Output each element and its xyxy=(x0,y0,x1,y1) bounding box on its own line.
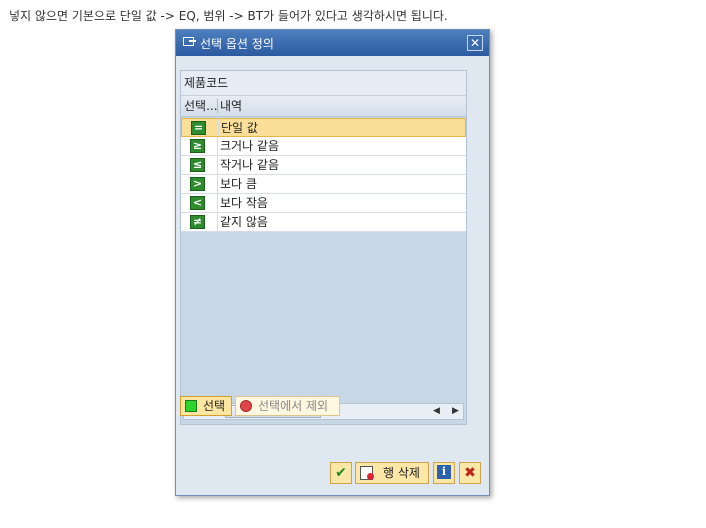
column-separator[interactable] xyxy=(217,99,218,113)
exclude-from-selection-button[interactable]: 선택에서 제외 xyxy=(235,396,340,416)
table-row[interactable]: < 보다 작음 xyxy=(181,194,466,213)
table-row[interactable]: ≤ 작거나 같음 xyxy=(181,156,466,175)
less-equal-icon[interactable]: ≤ xyxy=(190,158,205,172)
dialog-footer: ✔ 행 삭제 i ✖ xyxy=(176,462,489,488)
table-header: 선택... 내역 xyxy=(181,96,466,117)
dialog-title-bar[interactable]: 선택 옵션 정의 ✕ xyxy=(176,30,489,56)
row-label: 같지 않음 xyxy=(220,215,268,229)
info-button[interactable]: i xyxy=(433,462,455,484)
delete-row-button[interactable]: 행 삭제 xyxy=(355,462,429,484)
dialog-window-icon xyxy=(183,37,196,46)
scroll-left-icon[interactable]: ◀ xyxy=(431,406,442,417)
equals-icon[interactable]: = xyxy=(191,121,206,135)
greater-than-icon[interactable]: > xyxy=(190,177,205,191)
info-icon: i xyxy=(437,465,451,479)
confirm-button[interactable]: ✔ xyxy=(330,462,352,484)
dialog-title: 선택 옵션 정의 xyxy=(200,37,274,51)
red-circle-icon xyxy=(240,400,252,412)
select-button[interactable]: 선택 xyxy=(180,396,232,416)
close-button[interactable]: ✕ xyxy=(467,35,483,51)
row-label: 크거나 같음 xyxy=(220,139,280,153)
delete-row-label: 행 삭제 xyxy=(383,466,420,480)
row-label: 작거나 같음 xyxy=(220,158,280,172)
green-square-icon xyxy=(185,400,197,412)
table-title: 제품코드 xyxy=(181,71,466,96)
column-header-select[interactable]: 선택... xyxy=(184,96,217,116)
cancel-button[interactable]: ✖ xyxy=(459,462,481,484)
table-row[interactable]: ≠ 같지 않음 xyxy=(181,213,466,232)
caption-text: 넣지 않으면 기본으로 단일 값 -> EQ, 범위 -> BT가 들어가 있다… xyxy=(9,9,448,23)
options-table-panel: 제품코드 선택... 내역 = 단일 값 ≥ 크거나 같음 ≤ 작거나 같음 >… xyxy=(180,70,467,425)
row-label: 보다 큼 xyxy=(220,177,257,191)
table-row[interactable]: = 단일 값 xyxy=(181,118,466,137)
delete-row-icon xyxy=(360,466,374,480)
greater-equal-icon[interactable]: ≥ xyxy=(190,139,205,153)
row-label: 보다 작음 xyxy=(220,196,268,210)
select-button-label: 선택 xyxy=(203,399,226,413)
not-equal-icon[interactable]: ≠ xyxy=(190,215,205,229)
selection-options-dialog: 선택 옵션 정의 ✕ 제품코드 선택... 내역 = 단일 값 ≥ 크거나 같음 xyxy=(175,29,490,496)
column-header-description[interactable]: 내역 xyxy=(220,96,242,116)
exclude-button-label: 선택에서 제외 xyxy=(258,399,329,413)
table-rows: = 단일 값 ≥ 크거나 같음 ≤ 작거나 같음 > 보다 큼 < 보다 작음 … xyxy=(181,118,466,232)
table-row[interactable]: ≥ 크거나 같음 xyxy=(181,137,466,156)
less-than-icon[interactable]: < xyxy=(190,196,205,210)
table-row[interactable]: > 보다 큼 xyxy=(181,175,466,194)
row-label: 단일 값 xyxy=(221,121,258,135)
scroll-right-end-icon[interactable]: ▶ xyxy=(450,406,461,417)
